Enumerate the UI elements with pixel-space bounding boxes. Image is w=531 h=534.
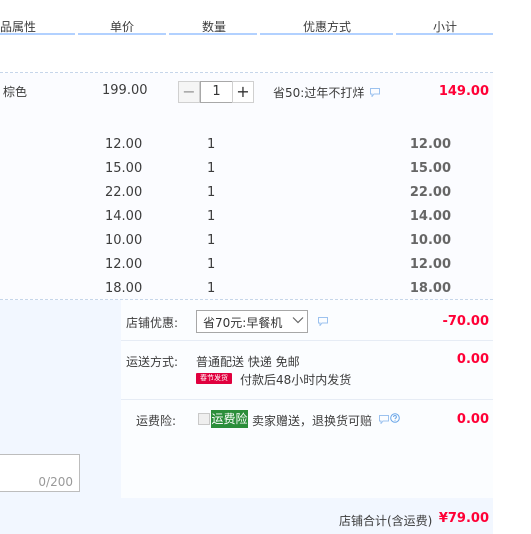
row-subtotal: 12.00 bbox=[409, 257, 451, 272]
shipping-note: 付款后48小时内发货 bbox=[240, 373, 352, 387]
table-header: 品属性 单价 数量 优惠方式 小计 bbox=[0, 0, 531, 36]
row-price: 14.00 bbox=[105, 209, 143, 224]
header-underline bbox=[169, 33, 257, 35]
row-subtotal: 18.00 bbox=[409, 281, 451, 296]
shop-discount-amount: -70.00 bbox=[442, 314, 489, 329]
comment-icon[interactable] bbox=[318, 317, 328, 326]
insurance-label: 运费险: bbox=[136, 414, 177, 428]
quantity-plus-button[interactable]: + bbox=[232, 81, 254, 103]
row-price: 12.00 bbox=[105, 137, 143, 152]
shop-discount-select[interactable]: 省70元:早餐机 bbox=[196, 310, 308, 333]
shop-discount-label: 店铺优惠: bbox=[126, 316, 179, 330]
divider bbox=[121, 399, 493, 400]
buyer-message-input[interactable]: 0/200 bbox=[0, 454, 80, 492]
header-underline bbox=[260, 33, 393, 35]
item-promo: 省50:过年不打烊 bbox=[273, 86, 365, 100]
row-qty: 1 bbox=[207, 137, 216, 152]
divider bbox=[121, 340, 493, 341]
insurance-checkbox[interactable] bbox=[198, 413, 210, 425]
row-qty: 1 bbox=[207, 161, 216, 176]
table-row: 15.00 1 15.00 bbox=[0, 157, 493, 181]
row-qty: 1 bbox=[207, 233, 216, 248]
row-subtotal: 14.00 bbox=[409, 209, 451, 224]
header-underline bbox=[78, 33, 166, 35]
table-row: 18.00 1 18.00 bbox=[0, 277, 493, 301]
help-icon[interactable] bbox=[390, 413, 400, 423]
row-qty: 1 bbox=[207, 185, 216, 200]
insurance-badge: 运费险 bbox=[211, 410, 248, 428]
row-subtotal: 22.00 bbox=[409, 185, 451, 200]
table-row: 10.00 1 10.00 bbox=[0, 229, 493, 253]
shipping-method[interactable]: 普通配送 快递 免邮 bbox=[196, 353, 300, 370]
shop-total-label: 店铺合计(含运费) bbox=[339, 514, 433, 528]
comment-icon[interactable] bbox=[370, 88, 380, 97]
chevron-down-icon bbox=[292, 317, 304, 324]
shop-discount-selected: 省70元:早餐机 bbox=[203, 316, 283, 330]
table-row: 12.00 1 12.00 bbox=[0, 133, 493, 157]
table-row: 14.00 1 14.00 bbox=[0, 205, 493, 229]
festival-shipping-badge: 春节发货 bbox=[196, 373, 232, 384]
table-row: 12.00 1 12.00 bbox=[0, 253, 493, 277]
shipping-amount: 0.00 bbox=[456, 352, 489, 367]
header-underline bbox=[396, 33, 493, 35]
row-subtotal: 12.00 bbox=[409, 137, 451, 152]
row-price: 15.00 bbox=[105, 161, 143, 176]
item-attribute: 棕色 bbox=[3, 85, 28, 99]
quantity-input[interactable]: 1 bbox=[200, 81, 233, 103]
quantity-minus-button[interactable]: − bbox=[178, 81, 200, 103]
row-price: 12.00 bbox=[105, 257, 143, 272]
item-price: 199.00 bbox=[102, 83, 148, 98]
row-qty: 1 bbox=[207, 209, 216, 224]
insurance-amount: 0.00 bbox=[456, 412, 489, 427]
comment-icon[interactable] bbox=[379, 415, 389, 424]
row-price: 18.00 bbox=[105, 281, 143, 296]
item-subtotal: 149.00 bbox=[438, 84, 489, 99]
divider bbox=[0, 299, 493, 300]
message-char-counter: 0/200 bbox=[38, 475, 73, 489]
table-row: 22.00 1 22.00 bbox=[0, 181, 493, 205]
row-price: 22.00 bbox=[105, 185, 143, 200]
row-price: 10.00 bbox=[105, 233, 143, 248]
insurance-description: 卖家赠送，退换货可赔 bbox=[252, 414, 373, 428]
header-underline bbox=[0, 33, 75, 35]
row-subtotal: 15.00 bbox=[409, 161, 451, 176]
shop-total-amount: ¥79.00 bbox=[438, 511, 489, 526]
row-qty: 1 bbox=[207, 257, 216, 272]
shipping-label: 运送方式: bbox=[126, 355, 179, 369]
row-subtotal: 10.00 bbox=[409, 233, 451, 248]
row-qty: 1 bbox=[207, 281, 216, 296]
